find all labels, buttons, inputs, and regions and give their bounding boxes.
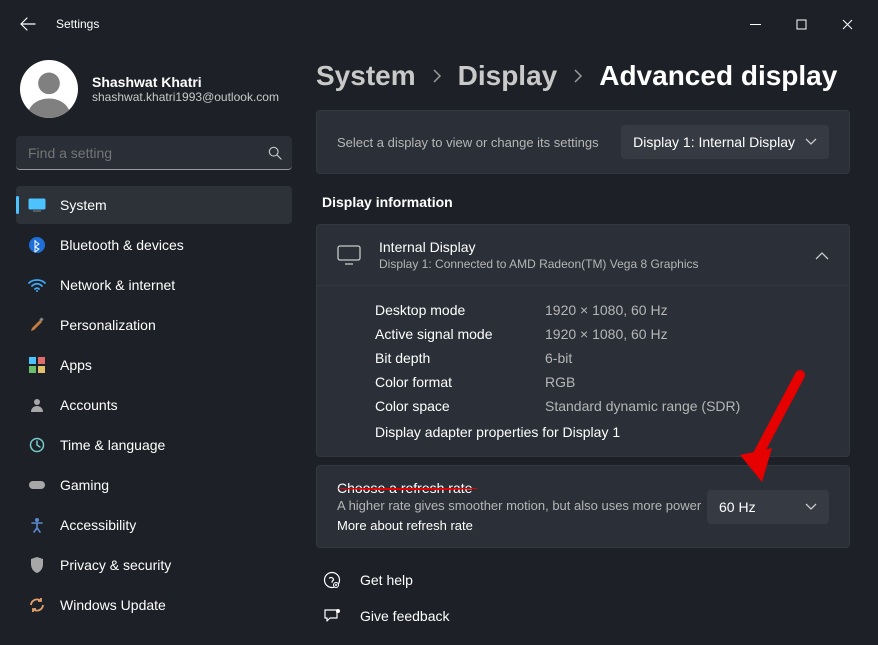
nav-windows-update[interactable]: Windows Update	[16, 586, 292, 624]
display-info-heading: Display information	[322, 194, 850, 210]
annotation-underline	[338, 486, 478, 490]
refresh-rate-selector[interactable]: 60 Hz	[707, 490, 829, 524]
nav-label: Accessibility	[60, 517, 136, 533]
wifi-icon	[28, 276, 46, 294]
row-color-space: Color space Standard dynamic range (SDR)	[375, 394, 829, 418]
row-bit-depth: Bit depth 6-bit	[375, 346, 829, 370]
arrow-left-icon	[20, 16, 36, 32]
display-selector[interactable]: Display 1: Internal Display	[621, 125, 829, 159]
feedback-icon	[322, 606, 342, 626]
footer-links: Get help Give feedback	[316, 562, 850, 634]
gaming-icon	[28, 476, 46, 494]
nav-label: System	[60, 197, 107, 213]
give-feedback-label: Give feedback	[360, 608, 450, 624]
display-name: Internal Display	[379, 239, 699, 255]
display-subtitle: Display 1: Connected to AMD Radeon(TM) V…	[379, 257, 699, 271]
select-display-panel: Select a display to view or change its s…	[316, 110, 850, 174]
monitor-icon	[337, 245, 361, 265]
display-info-details: Desktop mode 1920 × 1080, 60 Hz Active s…	[317, 286, 849, 456]
display-selected-label: Display 1: Internal Display	[633, 134, 795, 150]
nav-apps[interactable]: Apps	[16, 346, 292, 384]
breadcrumb-display[interactable]: Display	[458, 60, 558, 92]
get-help-label: Get help	[360, 572, 413, 588]
row-color-format: Color format RGB	[375, 370, 829, 394]
nav-label: Accounts	[60, 397, 118, 413]
apps-icon	[28, 356, 46, 374]
search-input[interactable]	[16, 136, 292, 170]
breadcrumb-current: Advanced display	[599, 60, 837, 92]
accounts-icon	[28, 396, 46, 414]
nav-bluetooth[interactable]: Bluetooth & devices	[16, 226, 292, 264]
help-icon	[322, 570, 342, 590]
titlebar: Settings	[0, 0, 878, 48]
nav-list: System Bluetooth & devices Network & int…	[16, 186, 292, 624]
user-email: shashwat.khatri1993@outlook.com	[92, 90, 279, 104]
nav-label: Bluetooth & devices	[60, 237, 184, 253]
maximize-icon	[796, 19, 807, 30]
user-name: Shashwat Khatri	[92, 74, 279, 90]
nav-label: Privacy & security	[60, 557, 171, 573]
bluetooth-icon	[28, 236, 46, 254]
chevron-down-icon	[805, 138, 817, 146]
display-info-panel: Internal Display Display 1: Connected to…	[316, 224, 850, 457]
minimize-icon	[750, 19, 761, 30]
chevron-down-icon	[805, 503, 817, 511]
maximize-button[interactable]	[778, 8, 824, 40]
breadcrumb-system[interactable]: System	[316, 60, 416, 92]
nav-gaming[interactable]: Gaming	[16, 466, 292, 504]
accessibility-icon	[28, 516, 46, 534]
breadcrumb: System Display Advanced display	[316, 60, 850, 92]
nav-label: Windows Update	[60, 597, 166, 613]
clock-icon	[28, 436, 46, 454]
chevron-right-icon	[432, 69, 442, 83]
nav-accessibility[interactable]: Accessibility	[16, 506, 292, 544]
sidebar: Shashwat Khatri shashwat.khatri1993@outl…	[0, 48, 300, 645]
search-container	[16, 136, 292, 170]
nav-network[interactable]: Network & internet	[16, 266, 292, 304]
chevron-up-icon	[815, 251, 829, 260]
paintbrush-icon	[28, 316, 46, 334]
avatar	[20, 60, 78, 118]
nav-label: Personalization	[60, 317, 156, 333]
nav-accounts[interactable]: Accounts	[16, 386, 292, 424]
select-display-prompt: Select a display to view or change its s…	[337, 135, 599, 150]
nav-system[interactable]: System	[16, 186, 292, 224]
row-desktop-mode: Desktop mode 1920 × 1080, 60 Hz	[375, 298, 829, 322]
refresh-rate-more-link[interactable]: More about refresh rate	[337, 518, 701, 533]
display-info-header[interactable]: Internal Display Display 1: Connected to…	[317, 225, 849, 286]
person-icon	[23, 66, 75, 118]
refresh-rate-desc: A higher rate gives smoother motion, but…	[337, 498, 701, 513]
give-feedback-link[interactable]: Give feedback	[316, 598, 850, 634]
nav-label: Time & language	[60, 437, 165, 453]
update-icon	[28, 596, 46, 614]
row-active-signal: Active signal mode 1920 × 1080, 60 Hz	[375, 322, 829, 346]
shield-icon	[28, 556, 46, 574]
user-block[interactable]: Shashwat Khatri shashwat.khatri1993@outl…	[16, 56, 292, 136]
close-button[interactable]	[824, 8, 870, 40]
nav-personalization[interactable]: Personalization	[16, 306, 292, 344]
refresh-rate-panel: Choose a refresh rate A higher rate give…	[316, 465, 850, 548]
close-icon	[842, 19, 853, 30]
window-title: Settings	[56, 17, 99, 31]
refresh-rate-selected: 60 Hz	[719, 499, 756, 515]
adapter-properties-link[interactable]: Display adapter properties for Display 1	[375, 424, 829, 440]
get-help-link[interactable]: Get help	[316, 562, 850, 598]
system-icon	[28, 196, 46, 214]
nav-label: Network & internet	[60, 277, 175, 293]
search-icon	[268, 146, 282, 160]
minimize-button[interactable]	[732, 8, 778, 40]
back-button[interactable]	[16, 12, 40, 36]
nav-label: Gaming	[60, 477, 109, 493]
main-content: System Display Advanced display Select a…	[300, 48, 878, 645]
nav-time-language[interactable]: Time & language	[16, 426, 292, 464]
chevron-right-icon	[573, 69, 583, 83]
nav-label: Apps	[60, 357, 92, 373]
nav-privacy[interactable]: Privacy & security	[16, 546, 292, 584]
